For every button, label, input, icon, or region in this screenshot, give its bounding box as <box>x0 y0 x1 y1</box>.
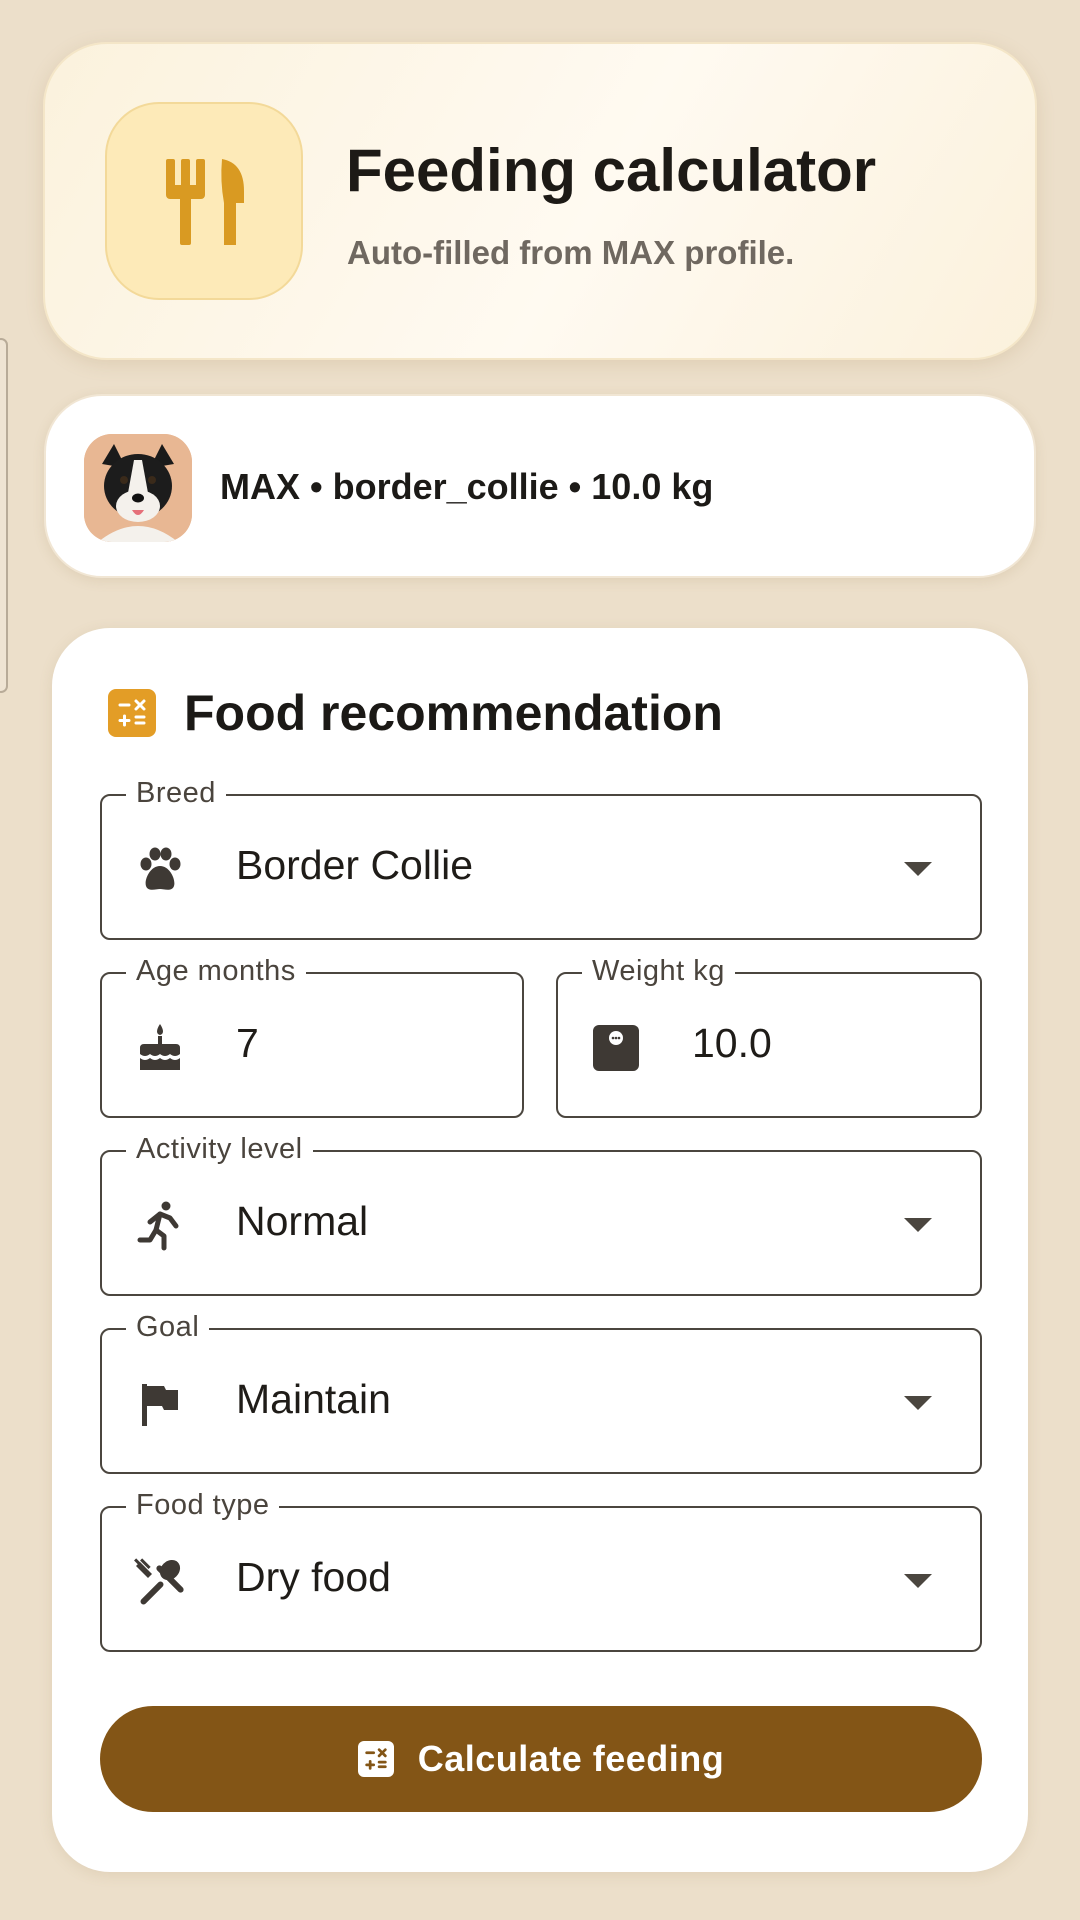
food-type-label: Food type <box>126 1489 280 1522</box>
cake-icon <box>134 1022 186 1074</box>
activity-label: Activity level <box>126 1133 313 1166</box>
calculate-feeding-button[interactable]: Calculate feeding <box>100 1706 982 1812</box>
header-icon-box <box>105 102 303 300</box>
section-title: Food recommendation <box>184 685 723 741</box>
food-type-select[interactable]: Food type Dry food <box>100 1489 982 1652</box>
goal-label: Goal <box>126 1311 210 1344</box>
goal-value: Maintain <box>236 1376 391 1422</box>
age-value: 7 <box>236 1020 259 1066</box>
age-label: Age months <box>126 955 306 988</box>
flag-icon <box>134 1378 186 1430</box>
calculate-feeding-label: Calculate feeding <box>417 1738 725 1779</box>
food-type-value: Dry food <box>236 1554 391 1600</box>
page-title: Feeding calculator <box>346 137 877 204</box>
side-drawer-handle[interactable] <box>0 338 8 693</box>
pet-summary-card[interactable]: MAX • border_collie • 10.0 kg <box>44 394 1036 578</box>
running-icon <box>134 1200 186 1252</box>
paw-icon <box>134 844 186 896</box>
scale-icon <box>590 1022 642 1074</box>
page-subtitle: Auto-filled from MAX profile. <box>347 234 795 271</box>
chevron-down-icon[interactable] <box>904 1218 932 1232</box>
goal-select[interactable]: Goal Maintain <box>100 1311 982 1474</box>
weight-label: Weight kg <box>582 955 735 988</box>
calculate-icon <box>357 1741 394 1777</box>
chevron-down-icon[interactable] <box>904 1574 932 1588</box>
breed-select[interactable]: Breed Border Collie <box>100 777 982 940</box>
utensils-crossed-icon <box>134 1556 186 1608</box>
weight-kg-field[interactable]: Weight kg 10.0 <box>556 955 982 1118</box>
restaurant-icon <box>166 159 244 245</box>
chevron-down-icon[interactable] <box>904 862 932 876</box>
calculate-icon <box>108 689 156 737</box>
section-header: Food recommendation <box>108 684 723 742</box>
avatar <box>84 434 192 542</box>
weight-value: 10.0 <box>692 1020 772 1066</box>
header-card: Feeding calculator Auto-filled from MAX … <box>43 42 1037 360</box>
breed-label: Breed <box>126 777 226 810</box>
chevron-down-icon[interactable] <box>904 1396 932 1410</box>
breed-value: Border Collie <box>236 842 473 888</box>
pet-summary-text: MAX • border_collie • 10.0 kg <box>220 466 714 507</box>
age-months-field[interactable]: Age months 7 <box>100 955 524 1118</box>
activity-level-select[interactable]: Activity level Normal <box>100 1133 982 1296</box>
food-recommendation-card: Food recommendation Breed Border Collie … <box>52 628 1028 1872</box>
activity-value: Normal <box>236 1198 369 1244</box>
